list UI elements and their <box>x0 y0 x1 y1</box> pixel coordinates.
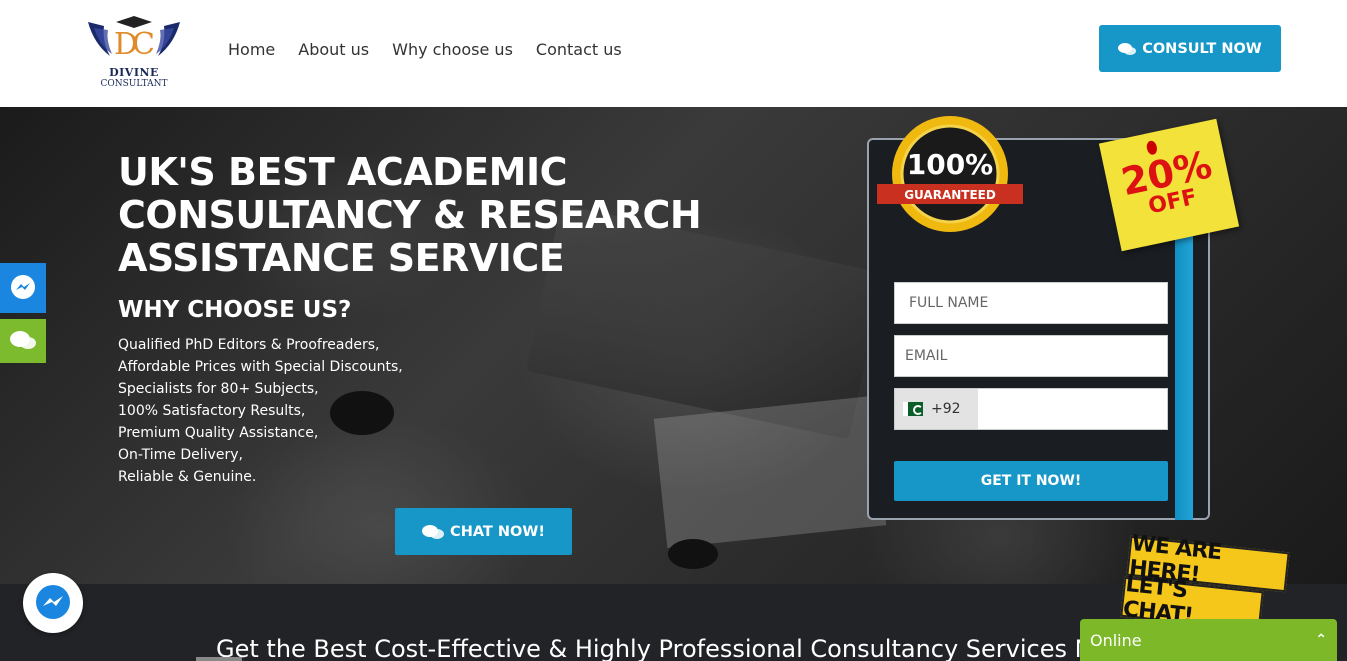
feature-item: 100% Satisfactory Results, <box>118 403 306 419</box>
chat-now-label: CHAT NOW! <box>450 523 545 540</box>
consult-now-button[interactable]: CONSULT NOW <box>1099 25 1281 72</box>
hero-section: UK'S BEST ACADEMIC CONSULTANCY & RESEARC… <box>0 107 1347 584</box>
svg-text:C: C <box>132 27 155 62</box>
nav-contact[interactable]: Contact us <box>536 40 622 59</box>
get-it-now-button[interactable]: GET IT NOW! <box>894 461 1168 501</box>
discount-sticker: 20% OFF <box>1098 118 1240 252</box>
messenger-icon <box>36 585 70 619</box>
pakistan-flag-icon <box>903 402 923 416</box>
chat-bubbles-icon <box>10 331 36 349</box>
feature-item: Affordable Prices with Special Discounts… <box>118 359 403 375</box>
country-code-selector[interactable]: +92 <box>895 389 978 429</box>
features-list: Qualified PhD Editors & Proofreaders, Af… <box>118 334 403 488</box>
full-name-input[interactable] <box>894 282 1168 324</box>
logo[interactable]: D C DIVINE CONSULTANT <box>80 14 188 94</box>
feature-item: Specialists for 80+ Subjects, <box>118 381 319 397</box>
email-input[interactable] <box>894 335 1168 377</box>
phone-input[interactable] <box>978 389 1167 429</box>
form-accent-stripe <box>1175 220 1193 520</box>
badge-percent: 100% <box>907 148 994 181</box>
side-chat-button[interactable] <box>0 319 46 363</box>
messenger-chat-button[interactable] <box>23 573 83 633</box>
main-nav: Home About us Why choose us Contact us <box>228 40 622 59</box>
live-chat-bar[interactable]: Online ⌃ <box>1080 619 1337 661</box>
phone-field[interactable]: +92 <box>894 388 1168 430</box>
why-choose-heading: WHY CHOOSE US? <box>118 297 352 323</box>
chat-now-button[interactable]: CHAT NOW! <box>395 508 572 555</box>
feature-item: Qualified PhD Editors & Proofreaders, <box>118 337 380 353</box>
background-cup <box>668 539 718 569</box>
guaranteed-badge-icon: 100% GUARANTEED <box>877 116 1023 232</box>
services-heading: Get the Best Cost-Effective & Highly Pro… <box>216 635 1086 661</box>
consult-now-label: CONSULT NOW <box>1142 40 1262 57</box>
background-paper <box>653 395 887 549</box>
badge-label: GUARANTEED <box>904 188 996 202</box>
nav-why-choose[interactable]: Why choose us <box>392 40 513 59</box>
nav-about[interactable]: About us <box>298 40 369 59</box>
quote-form-panel: 100% GUARANTEED 20% OFF +92 GET IT NOW! <box>867 116 1240 520</box>
logo-emblem-icon: D C <box>88 16 180 62</box>
chat-status: Online <box>1090 630 1142 650</box>
logo-name: DIVINE <box>109 66 159 79</box>
chat-bubbles-icon <box>422 524 445 539</box>
site-header: D C DIVINE CONSULTANT Home About us Why … <box>0 0 1347 107</box>
chat-bubbles-icon <box>1118 42 1137 55</box>
feature-item: Premium Quality Assistance, <box>118 425 319 441</box>
logo-subtitle: CONSULTANT <box>100 79 168 89</box>
divider <box>196 657 242 661</box>
feature-item: Reliable & Genuine. <box>118 469 257 485</box>
side-messenger-button[interactable] <box>0 263 46 313</box>
country-code: +92 <box>931 401 961 417</box>
chevron-up-icon[interactable]: ⌃ <box>1315 632 1327 648</box>
nav-home[interactable]: Home <box>228 40 275 59</box>
hero-title: UK'S BEST ACADEMIC CONSULTANCY & RESEARC… <box>118 150 702 280</box>
feature-item: On-Time Delivery, <box>118 447 243 463</box>
messenger-icon <box>11 275 35 299</box>
